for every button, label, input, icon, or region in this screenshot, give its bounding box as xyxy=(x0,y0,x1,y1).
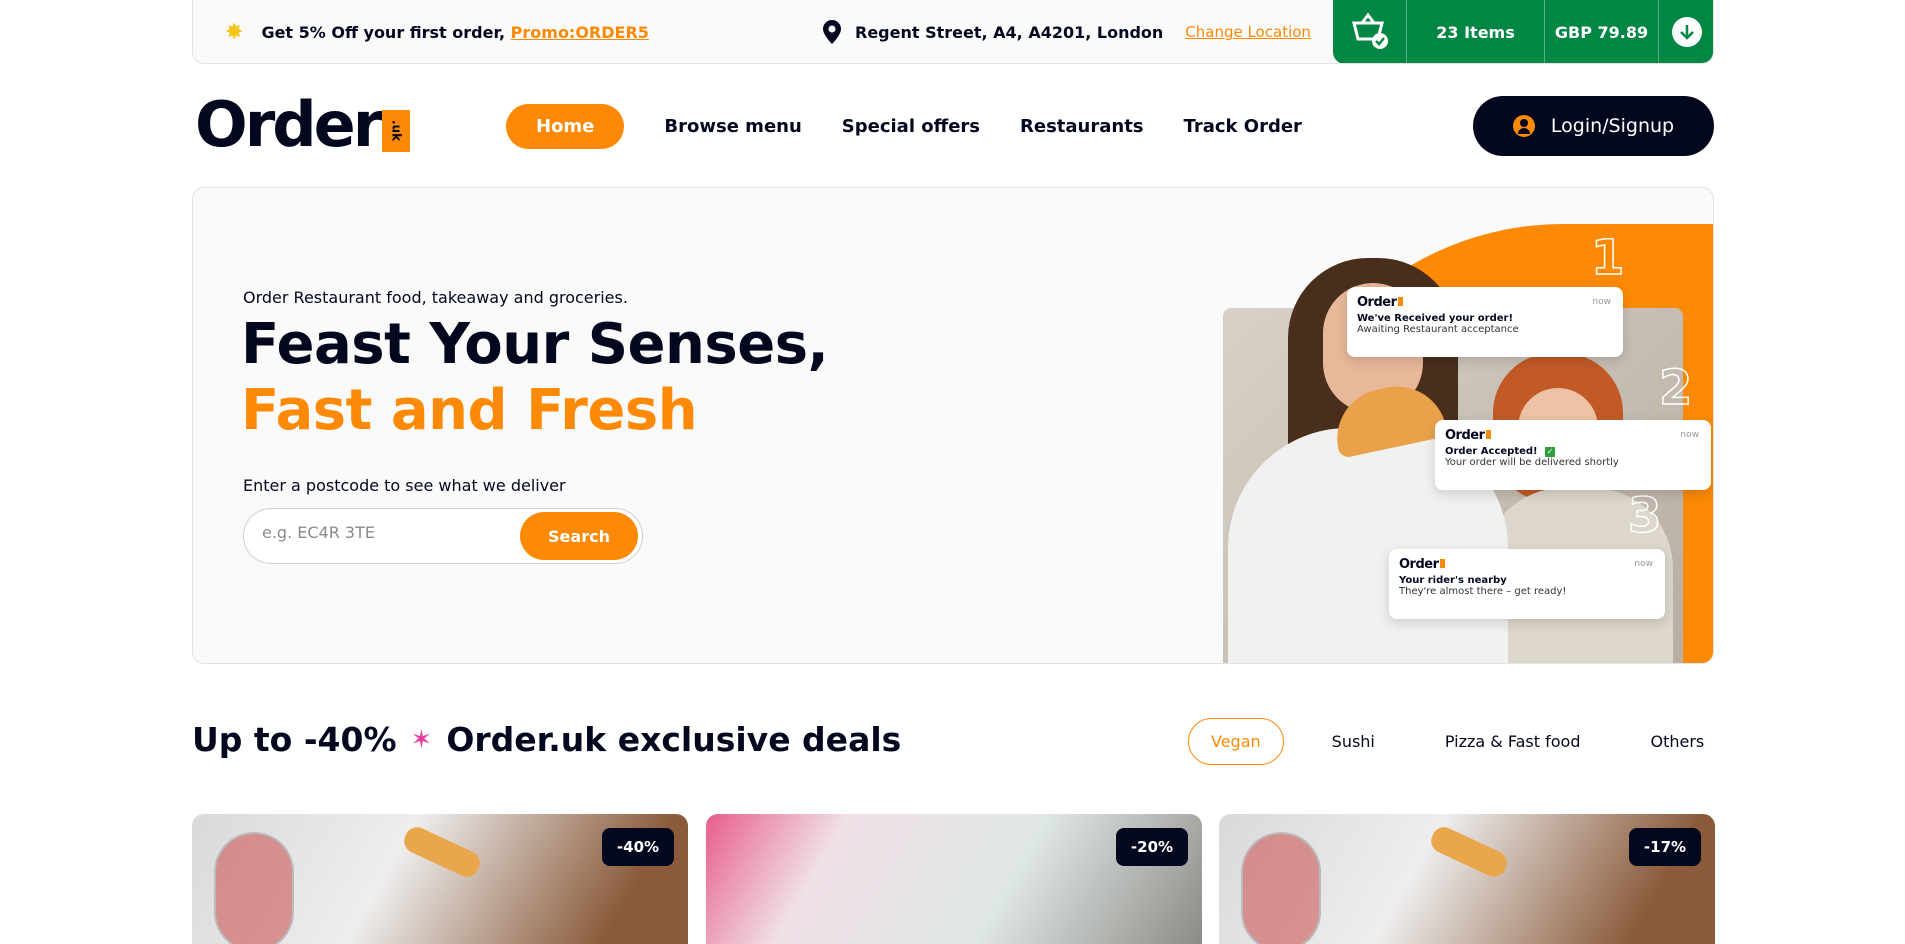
deals-heading-suffix: Order.uk exclusive deals xyxy=(446,720,902,759)
notification-brand: Order xyxy=(1445,428,1701,443)
fries-image xyxy=(1427,823,1511,881)
drink-glass-image xyxy=(214,832,294,944)
notification-desc: Awaiting Restaurant acceptance xyxy=(1357,324,1519,335)
notification-desc: Your order will be delivered shortly xyxy=(1445,457,1619,468)
party-popper-icon: ✶ xyxy=(410,724,433,755)
postcode-input[interactable] xyxy=(262,523,512,542)
notification-brand: Order xyxy=(1357,295,1613,310)
notification-time: now xyxy=(1634,559,1653,569)
notification-card-3: Order now Your rider's nearby They're al… xyxy=(1389,549,1665,619)
location-info: Regent Street, A4, A4201, London Change … xyxy=(823,20,1311,44)
tab-vegan[interactable]: Vegan xyxy=(1188,718,1284,765)
notification-title: We've Received your order! xyxy=(1357,313,1514,324)
notification-card-2: Order now Order Accepted! ✓ Your order w… xyxy=(1435,420,1711,490)
logo-suffix: .uk xyxy=(382,110,411,152)
discount-badge: -20% xyxy=(1116,828,1188,866)
hero-title-line2: Fast and Fresh xyxy=(241,378,698,443)
deals-heading-prefix: Up to -40% xyxy=(192,720,397,759)
nav-track-order[interactable]: Track Order xyxy=(1184,106,1302,147)
hero-section: Order Restaurant food, takeaway and groc… xyxy=(192,187,1714,664)
nav-restaurants[interactable]: Restaurants xyxy=(1020,106,1144,147)
notification-card-1: Order now We've Received your order! Awa… xyxy=(1347,287,1623,357)
step-number-3: 3 xyxy=(1627,487,1662,545)
notification-brand-text: Order xyxy=(1399,557,1439,572)
star-icon: ✸ xyxy=(225,20,244,45)
basket-icon[interactable] xyxy=(1333,0,1407,63)
hero-subtitle: Order Restaurant food, takeaway and groc… xyxy=(243,288,628,307)
postcode-search-box: Search xyxy=(243,508,643,564)
step-number-2: 2 xyxy=(1658,359,1693,417)
login-signup-button[interactable]: Login/Signup xyxy=(1473,96,1714,156)
promo-label: Get 5% Off your first order, xyxy=(261,23,506,42)
drink-glass-image xyxy=(1241,832,1321,944)
checkmark-icon: ✓ xyxy=(1545,447,1556,457)
tab-sushi[interactable]: Sushi xyxy=(1310,719,1397,764)
nav-special-offers[interactable]: Special offers xyxy=(842,106,980,147)
notification-brand: Order xyxy=(1399,557,1655,572)
deal-card[interactable]: -20% xyxy=(706,814,1202,944)
cart-expand-button[interactable] xyxy=(1659,0,1713,63)
notification-title: Your rider's nearby xyxy=(1399,575,1507,586)
logo-text: Order xyxy=(195,88,383,161)
location-text: Regent Street, A4, A4201, London xyxy=(855,22,1164,42)
user-icon xyxy=(1512,115,1535,137)
promo-code-link[interactable]: Promo:ORDER5 xyxy=(511,23,649,42)
location-pin-icon xyxy=(823,20,841,44)
notification-title: Order Accepted! ✓ xyxy=(1445,446,1701,457)
discount-badge: -40% xyxy=(602,828,674,866)
hero-title: Feast Your Senses, Fast and Fresh xyxy=(241,312,829,444)
notification-desc: They're almost there – get ready! xyxy=(1399,586,1567,597)
cart-summary[interactable]: 23 Items GBP 79.89 xyxy=(1333,0,1713,63)
logo[interactable]: Order .uk xyxy=(195,88,411,161)
nav-home[interactable]: Home xyxy=(506,104,625,149)
nav-browse-menu[interactable]: Browse menu xyxy=(664,106,801,147)
fries-image xyxy=(400,823,484,881)
notification-time: now xyxy=(1680,430,1699,440)
postcode-label: Enter a postcode to see what we deliver xyxy=(243,476,566,495)
notification-title-text: Order Accepted! xyxy=(1445,446,1538,457)
login-label: Login/Signup xyxy=(1550,115,1675,137)
deals-heading: Up to -40% ✶ Order.uk exclusive deals xyxy=(192,720,901,759)
cart-items-count: 23 Items xyxy=(1407,0,1545,63)
top-bar: ✸ Get 5% Off your first order, Promo:ORD… xyxy=(192,0,1714,64)
step-number-1: 1 xyxy=(1590,229,1625,287)
cart-total: GBP 79.89 xyxy=(1545,0,1659,63)
deal-card[interactable]: -17% xyxy=(1219,814,1715,944)
hero-title-line1: Feast Your Senses, xyxy=(241,312,829,377)
tab-others[interactable]: Others xyxy=(1628,719,1726,764)
main-nav: Home Browse menu Special offers Restaura… xyxy=(506,104,1302,149)
search-button[interactable]: Search xyxy=(520,512,638,560)
tab-pizza-fast-food[interactable]: Pizza & Fast food xyxy=(1423,719,1603,764)
arrow-down-icon xyxy=(1672,17,1702,47)
notification-brand-text: Order xyxy=(1357,295,1397,310)
notification-time: now xyxy=(1592,297,1611,307)
promo-banner: ✸ Get 5% Off your first order, Promo:ORD… xyxy=(225,20,649,45)
deal-category-tabs: Vegan Sushi Pizza & Fast food Others xyxy=(1188,718,1726,765)
notification-brand-text: Order xyxy=(1445,428,1485,443)
change-location-link[interactable]: Change Location xyxy=(1185,23,1311,41)
discount-badge: -17% xyxy=(1629,828,1701,866)
deal-card[interactable]: -40% xyxy=(192,814,688,944)
promo-text: Get 5% Off your first order, Promo:ORDER… xyxy=(261,23,648,42)
